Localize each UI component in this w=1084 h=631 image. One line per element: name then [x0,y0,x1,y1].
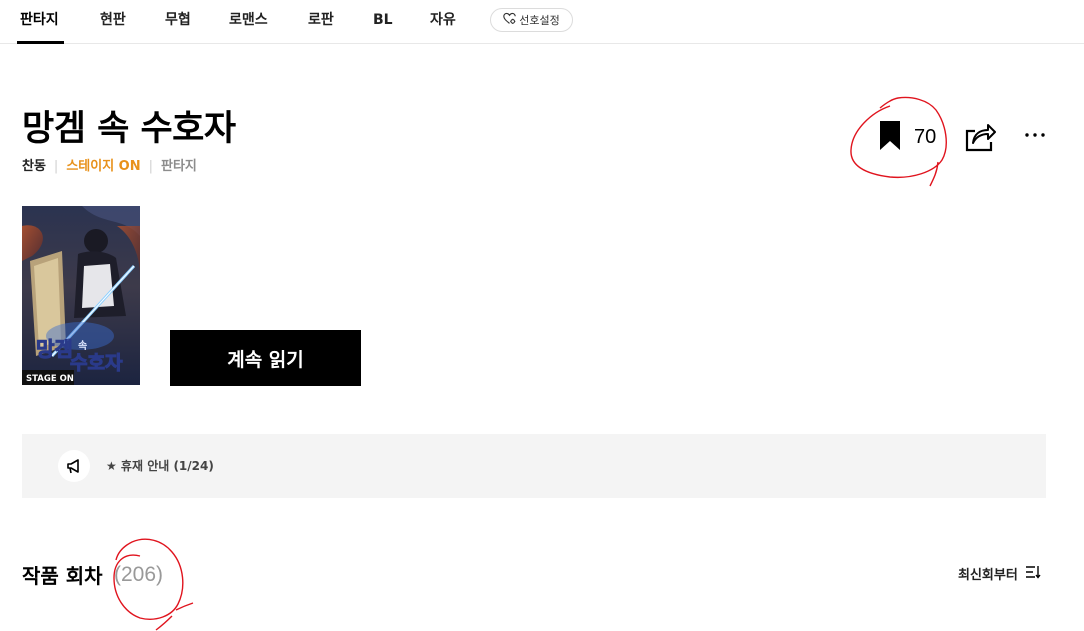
tab-romance-fantasy[interactable]: 로판 [308,10,334,30]
continue-reading-button[interactable]: 계속 읽기 [170,330,361,386]
share-icon [963,124,997,157]
sort-newest-button[interactable]: 최신회부터 [958,565,1041,586]
bookmark-button[interactable]: 70 [878,120,936,155]
sort-icon [1025,565,1041,586]
episode-count: (206) [114,563,164,586]
tab-romance[interactable]: 로맨스 [229,10,268,30]
megaphone-icon [58,450,90,482]
bookmark-icon [878,120,902,155]
stage-on-badge: 스테이지 ON [66,159,141,174]
genre-label: 판타지 [161,159,197,174]
tab-martial-arts[interactable]: 무협 [165,10,191,30]
tab-fantasy[interactable]: 판타지 [20,10,59,30]
bookmark-count: 70 [914,126,937,148]
meta-divider: | [148,159,154,174]
tab-bl[interactable]: BL [373,10,393,30]
red-annotation-marks [113,96,947,631]
cover-image[interactable]: 망겜 속 수호자 STAGE ON [22,206,140,385]
notice-banner: ★ 휴재 안내 (1/24) [22,434,1046,498]
work-meta: 찬동 | 스테이지 ON | 판타지 [22,157,197,177]
more-options-button[interactable] [1022,122,1048,148]
tab-free[interactable]: 자유 [430,10,456,30]
notice-link[interactable]: ★ 휴재 안내 (1/24) [106,456,214,476]
work-title: 망겜 속 수호자 [22,109,236,149]
preference-settings-label: 선호설정 [519,14,560,27]
preference-settings-button[interactable]: 선호설정 [490,8,573,32]
sort-label: 최신회부터 [958,567,1018,583]
cover-title-line2: 수호자 [70,352,123,374]
share-button[interactable] [963,119,997,153]
cover-title-small: 속 [78,340,87,352]
more-icon [1022,133,1048,152]
author-name[interactable]: 찬동 [22,157,46,177]
genre-nav: 판타지 현판 무협 로맨스 로판 BL 자유 선호설정 [0,0,1084,44]
meta-divider: | [53,159,59,174]
episodes-heading: 작품 회차 [22,564,103,588]
cover-title-line1: 망겜 [36,337,73,361]
heart-settings-icon [503,12,517,28]
active-tab-indicator [17,41,64,44]
cover-stage-on-label: STAGE ON [26,374,74,384]
tab-modern-fantasy[interactable]: 현판 [100,10,126,30]
